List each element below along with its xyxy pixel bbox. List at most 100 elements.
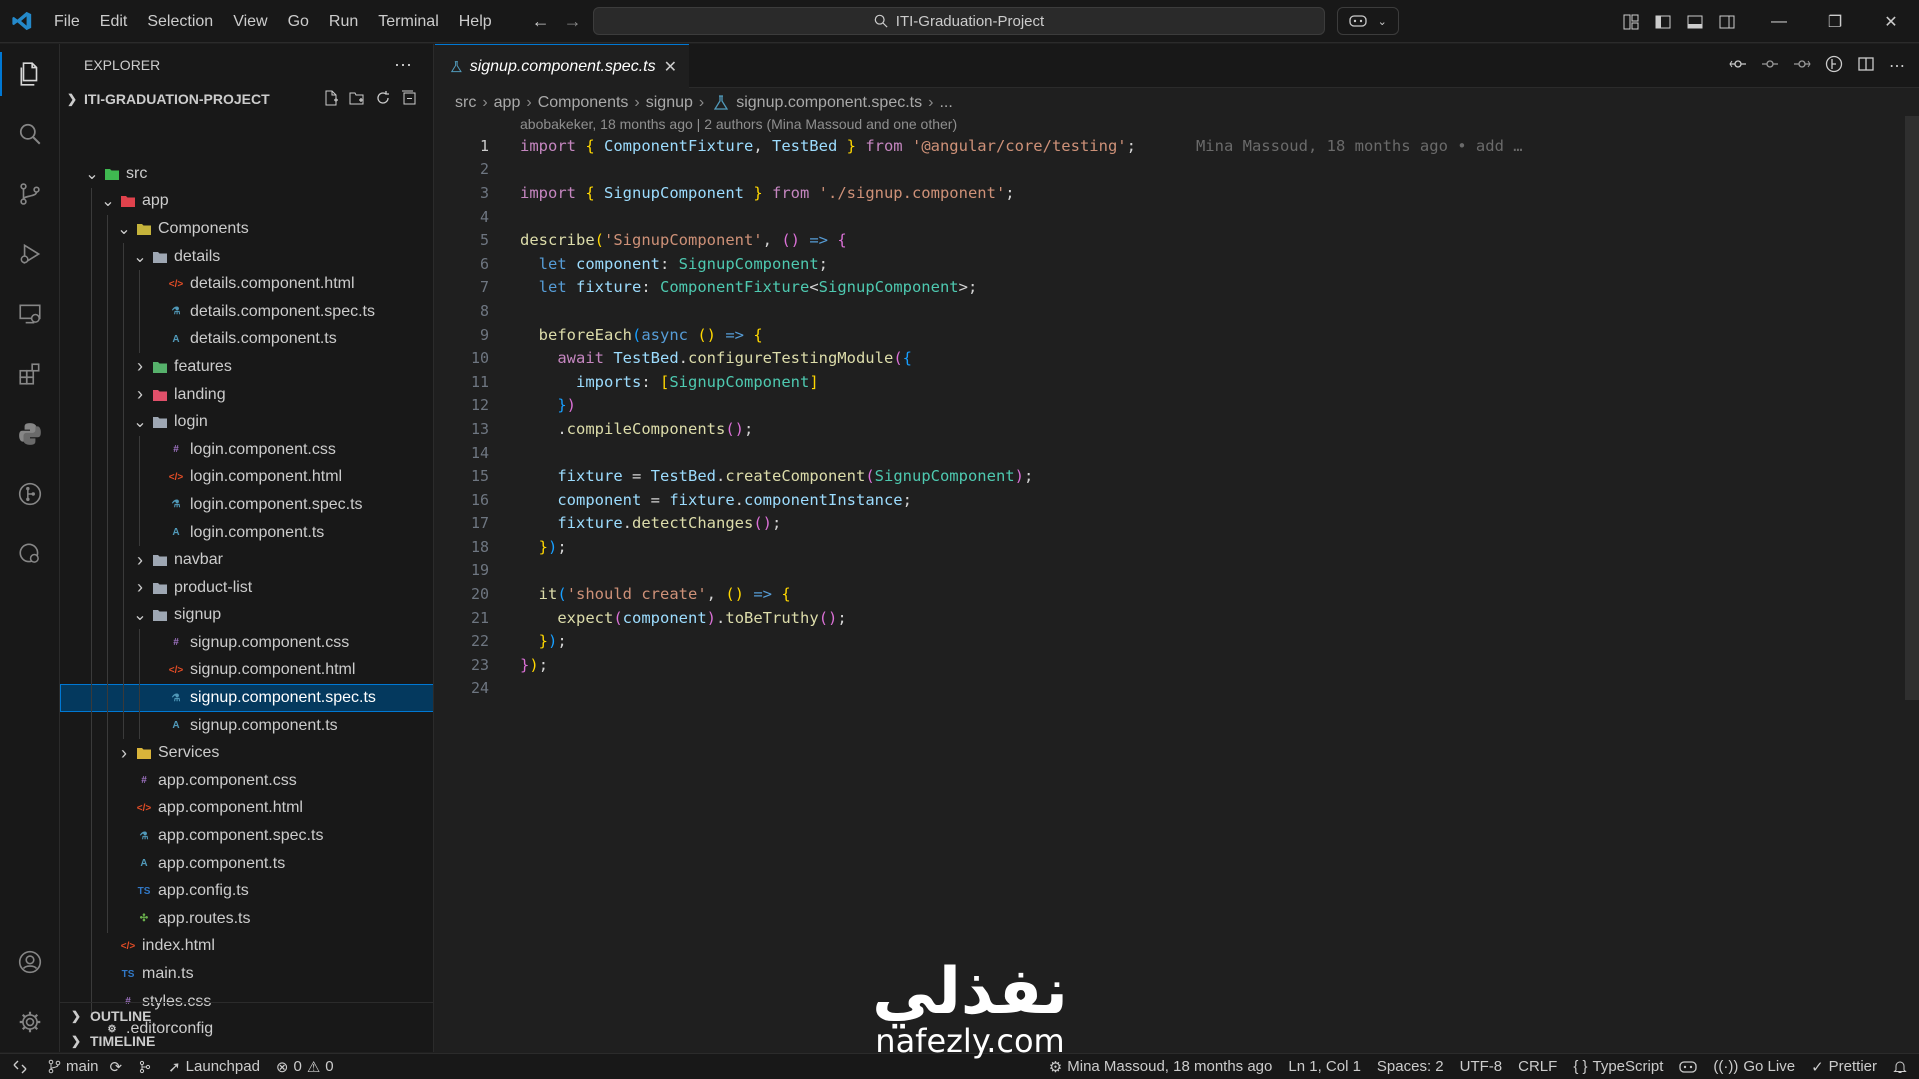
menu-edit[interactable]: Edit [90,0,138,43]
code-line[interactable]: 7 let fixture: ComponentFixture<SignupCo… [435,276,1905,300]
code-line[interactable]: 1 import { ComponentFixture, TestBed } fr… [435,134,1905,158]
python-icon[interactable] [0,404,60,464]
tree-item[interactable]: ⌄ details [60,242,433,271]
breadcrumb-app[interactable]: app [494,94,521,112]
new-file-icon[interactable] [323,90,339,109]
tree-item[interactable]: ⌄ login [60,408,433,436]
refresh-icon[interactable] [375,90,391,109]
sync-icon[interactable]: ⟳ [110,1058,123,1076]
tree-item[interactable]: </> signup.component.html [60,656,433,685]
remote-indicator-icon[interactable] [0,1054,40,1079]
breadcrumb-file[interactable]: signup.component.spec.ts [736,94,922,112]
code-line[interactable]: 18 }); [435,535,1905,559]
customize-layout-icon[interactable] [1615,0,1647,43]
code-line[interactable]: 13 .compileComponents(); [435,417,1905,441]
split-editor-icon[interactable] [1857,55,1875,77]
search-icon[interactable] [0,104,60,164]
code-line[interactable]: 17 fixture.detectChanges(); [435,512,1905,536]
code-line[interactable]: 5 describe('SignupComponent', () => { [435,228,1905,252]
tree-item[interactable]: # app.component.css [60,767,433,795]
notifications-bell-icon[interactable] [1885,1059,1919,1074]
open-changes-icon[interactable] [1729,55,1747,77]
menu-help[interactable]: Help [449,0,502,43]
gitlens-inspect-icon[interactable] [0,524,60,584]
accounts-icon[interactable] [0,932,60,992]
tree-item[interactable]: ⌄ app [60,187,433,216]
project-header[interactable]: ❯ ITI-GRADUATION-PROJECT [60,86,433,112]
collapse-all-icon[interactable] [401,90,417,109]
toggle-primary-sidebar-icon[interactable] [1647,0,1679,43]
tree-item[interactable]: Alogin.component.ts [60,518,433,547]
source-control-icon[interactable] [0,164,60,224]
remote-explorer-icon[interactable] [0,284,60,344]
gitlens-toggle-icon[interactable] [1825,55,1843,77]
code-line[interactable]: 6 let component: SignupComponent; [435,252,1905,276]
tree-item[interactable]: TS main.ts [60,960,433,988]
tree-item[interactable]: </> app.component.html [60,794,433,823]
codelens-blame[interactable]: abobakeker, 18 months ago | 2 authors (M… [520,116,957,132]
tree-item[interactable]: › landing [60,380,433,409]
tree-item[interactable]: › navbar [60,546,433,574]
tree-item[interactable]: </> login.component.html [60,463,433,492]
menu-selection[interactable]: Selection [137,0,223,43]
menu-go[interactable]: Go [278,0,319,43]
code-line[interactable]: 20 it('should create', () => { [435,582,1905,606]
next-revision-icon[interactable] [1793,55,1811,77]
menu-run[interactable]: Run [319,0,368,43]
branch-indicator[interactable]: main ⟳ [40,1058,130,1076]
tree-item[interactable]: </> details.component.html [60,270,433,298]
blame-status[interactable]: ⚙ Mina Massoud, 18 months ago [1041,1058,1281,1076]
explorer-icon[interactable] [0,44,60,104]
tree-item[interactable]: › features [60,353,433,381]
toggle-panel-icon[interactable] [1679,0,1711,43]
tree-item[interactable]: TS app.config.ts [60,877,433,906]
code-line[interactable]: 10 await TestBed.configureTestingModule(… [435,346,1905,370]
tree-item[interactable]: ✣ app.routes.ts [60,905,433,933]
menu-file[interactable]: File [44,0,90,43]
code-line[interactable]: 24 [435,677,1905,701]
tree-item[interactable]: ⚗ details.component.spec.ts [60,297,433,326]
breadcrumb-signup[interactable]: signup [646,94,693,112]
code-line[interactable]: 16 component = fixture.componentInstance… [435,488,1905,512]
code-line[interactable]: 23}); [435,653,1905,677]
breadcrumb-src[interactable]: src [455,94,476,112]
close-icon[interactable]: ✕ [664,57,677,77]
copilot-status-icon[interactable] [1671,1060,1705,1074]
gitlens-icon[interactable] [0,464,60,524]
end-of-line[interactable]: CRLF [1510,1058,1565,1075]
prettier-status[interactable]: ✓ Prettier [1803,1058,1885,1076]
tree-item[interactable]: ⚗ login.component.spec.ts [60,491,433,519]
encoding[interactable]: UTF-8 [1452,1058,1511,1075]
tree-item[interactable]: # login.component.css [60,435,433,464]
cursor-position[interactable]: Ln 1, Col 1 [1280,1058,1369,1075]
tree-item[interactable]: Aapp.component.ts [60,849,433,878]
code-line[interactable]: 14 [435,441,1905,465]
code-line[interactable]: 9 beforeEach(async () => { [435,323,1905,347]
tree-item[interactable]: # signup.component.css [60,629,433,657]
settings-gear-icon[interactable] [0,992,60,1052]
command-center-search[interactable]: ITI-Graduation-Project [593,7,1325,35]
close-window-icon[interactable]: ✕ [1863,0,1919,43]
tree-item[interactable]: ⚗ signup.component.spec.ts [60,684,433,712]
problems-indicator[interactable]: ⊗ 0 ⚠ 0 [268,1058,342,1076]
new-folder-icon[interactable] [349,90,365,109]
toggle-secondary-sidebar-icon[interactable] [1711,0,1743,43]
code-editor[interactable]: 1 import { ComponentFixture, TestBed } fr… [435,134,1905,700]
back-arrow-icon[interactable]: ← [532,11,550,32]
code-line[interactable]: 21 expect(component).toBeTruthy(); [435,606,1905,630]
tree-item[interactable]: Asignup.component.ts [60,711,433,740]
go-live-button[interactable]: ((·)) Go Live [1705,1058,1803,1075]
code-line[interactable]: 4 [435,205,1905,229]
code-line[interactable]: 19 [435,559,1905,583]
run-debug-icon[interactable] [0,224,60,284]
more-actions-icon[interactable]: ⋯ [394,55,413,76]
git-graph-icon[interactable] [130,1060,160,1074]
code-line[interactable]: 11 imports: [SignupComponent] [435,370,1905,394]
code-line[interactable]: 8 [435,299,1905,323]
tree-item[interactable]: ⌄ src [60,160,433,188]
tree-item[interactable]: </> index.html [60,932,433,961]
copilot-button[interactable]: ⌄ [1337,7,1399,35]
forward-arrow-icon[interactable]: → [564,11,582,32]
breadcrumb-more[interactable]: ... [939,94,952,112]
menu-view[interactable]: View [223,0,277,43]
